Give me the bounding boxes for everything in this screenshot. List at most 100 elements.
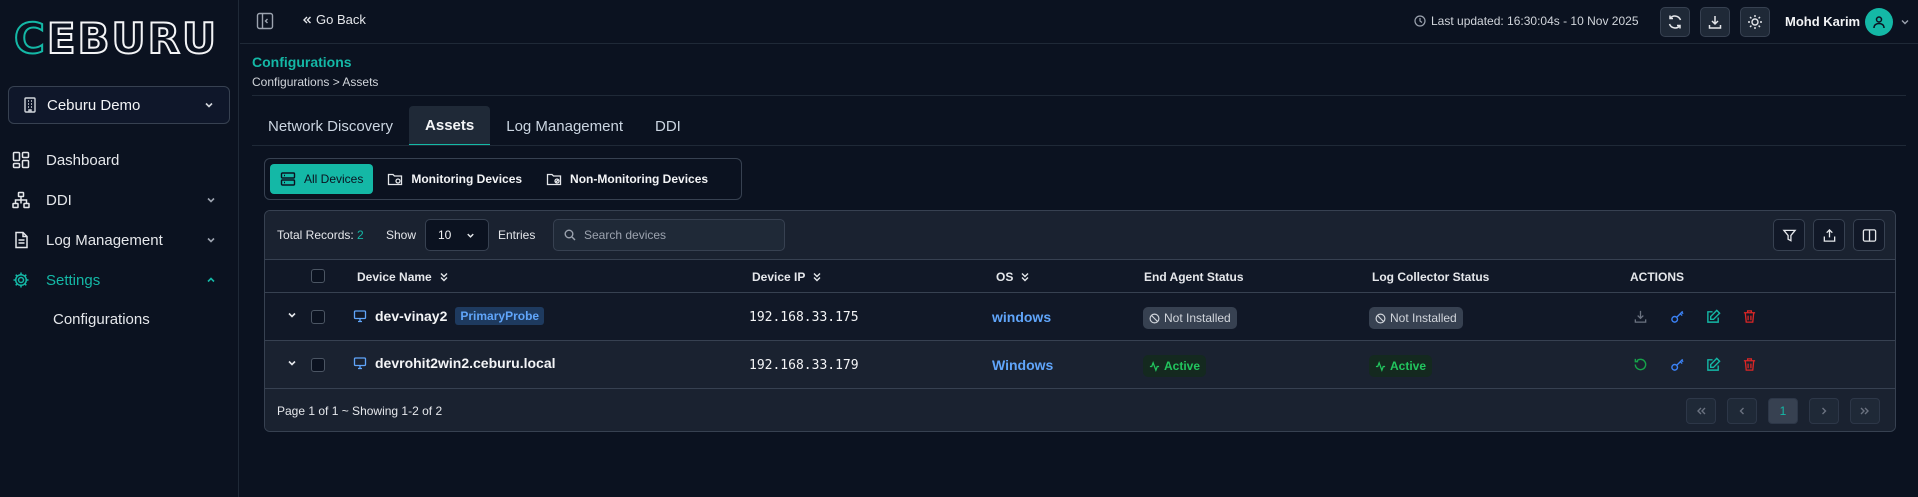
clock-icon (1414, 15, 1426, 27)
org-selector[interactable]: Ceburu Demo (8, 86, 230, 124)
device-os[interactable]: Windows (992, 357, 1053, 373)
sort-icon (438, 271, 450, 283)
column-header-actions: ACTIONS (1630, 270, 1684, 284)
next-page-button[interactable] (1809, 398, 1839, 424)
total-records-count: 2 (357, 228, 364, 242)
search-icon (564, 229, 576, 241)
device-name[interactable]: devrohit2win2.ceburu.local (375, 355, 556, 371)
ceburu-logo[interactable]: CEBURU (13, 17, 218, 61)
filter-label: Monitoring Devices (411, 172, 523, 186)
restart-icon[interactable] (1633, 357, 1648, 372)
sidebar-subitem-configurations[interactable]: Configurations (53, 311, 150, 328)
row-checkbox[interactable] (311, 358, 325, 372)
key-icon[interactable] (1670, 309, 1685, 324)
sidebar-item-settings[interactable]: Settings (0, 262, 239, 298)
status-text: Active (1164, 359, 1201, 373)
row-checkbox[interactable] (311, 310, 325, 324)
table-footer: Page 1 of 1 ~ Showing 1-2 of 2 1 (265, 389, 1895, 431)
last-page-button[interactable] (1850, 398, 1880, 424)
refresh-button[interactable] (1660, 7, 1690, 37)
chevron-left-icon (1736, 405, 1748, 417)
theme-toggle-button[interactable] (1740, 7, 1770, 37)
search-input[interactable] (584, 228, 774, 242)
user-name[interactable]: Mohd Karim (1785, 14, 1860, 29)
download-button[interactable] (1700, 7, 1730, 37)
sidebar-item-log-management[interactable]: Log Management (0, 222, 239, 258)
filter-label: Non-Monitoring Devices (570, 172, 709, 186)
column-header-log-collector-status: Log Collector Status (1372, 270, 1490, 284)
double-chevron-left-icon (302, 15, 312, 25)
collector-status-badge: Active (1369, 355, 1433, 377)
sidebar: CEBURU Ceburu Demo Dashboard DDI Log Man… (0, 0, 239, 497)
sidebar-item-label: DDI (46, 191, 72, 209)
tab-bar: Network Discovery Assets Log Management … (252, 106, 697, 146)
table-row[interactable]: devrohit2win2.ceburu.local 192.168.33.17… (265, 341, 1895, 389)
devices-table-card: Total Records: 2 Show 10 Entries Search … (264, 210, 1896, 432)
select-all-checkbox[interactable] (311, 269, 325, 283)
activity-icon (1149, 360, 1160, 372)
columns-button[interactable] (1853, 219, 1885, 251)
sun-icon (1747, 14, 1763, 30)
delete-icon[interactable] (1742, 309, 1757, 324)
filter-monitoring-devices[interactable]: Monitoring Devices (377, 164, 532, 194)
sidebar-item-dashboard[interactable]: Dashboard (0, 142, 239, 178)
chevron-down-icon[interactable] (1900, 17, 1910, 27)
collector-status-badge: Not Installed (1369, 307, 1463, 329)
tab-assets[interactable]: Assets (409, 106, 491, 146)
page-number-button[interactable]: 1 (1768, 398, 1798, 424)
go-back-label: Go Back (316, 12, 366, 27)
expand-row-icon[interactable] (286, 357, 298, 369)
prev-page-button[interactable] (1727, 398, 1757, 424)
table-row[interactable]: dev-vinay2 PrimaryProbe 192.168.33.175 w… (265, 293, 1895, 341)
edit-icon[interactable] (1706, 357, 1721, 372)
column-header-os[interactable]: OS (996, 270, 1031, 284)
filter-all-devices[interactable]: All Devices (270, 164, 374, 194)
gear-icon (12, 271, 30, 289)
column-header-device-ip[interactable]: Device IP (752, 270, 823, 284)
edit-icon[interactable] (1706, 309, 1721, 324)
page-size-select[interactable]: 10 (425, 219, 489, 251)
pagination-info: Page 1 of 1 ~ Showing 1-2 of 2 (277, 404, 443, 418)
last-updated: Last updated: 16:30:04s - 10 Nov 2025 (1414, 14, 1639, 28)
filter-button[interactable] (1773, 219, 1805, 251)
chevron-down-icon (205, 234, 217, 246)
go-back-button[interactable]: Go Back (302, 12, 366, 27)
sidebar-toggle-icon[interactable] (256, 12, 274, 30)
delete-icon[interactable] (1742, 357, 1757, 372)
table-header: Device Name Device IP OS End Agent Statu… (265, 259, 1895, 293)
status-text: Not Installed (1164, 311, 1231, 325)
chevron-up-icon (205, 274, 217, 286)
status-text: Not Installed (1390, 311, 1457, 325)
show-label: Show (386, 228, 417, 242)
chevron-down-icon (205, 194, 217, 206)
server-icon (280, 171, 296, 187)
breadcrumb: Configurations > Assets (252, 75, 379, 89)
building-icon (23, 97, 37, 113)
tab-log-management[interactable]: Log Management (490, 106, 639, 146)
total-records: Total Records: 2 (277, 228, 364, 242)
download-icon (1707, 14, 1723, 30)
device-filter-group: All Devices Monitoring Devices Non-Monit… (264, 158, 742, 200)
tab-network-discovery[interactable]: Network Discovery (252, 106, 409, 146)
download-agent-icon[interactable] (1633, 309, 1648, 324)
device-os[interactable]: windows (992, 309, 1051, 325)
filter-non-monitoring-devices[interactable]: Non-Monitoring Devices (536, 164, 718, 194)
sidebar-item-ddi[interactable]: DDI (0, 182, 239, 218)
folder-off-icon (546, 171, 562, 187)
column-header-device-name[interactable]: Device Name (357, 270, 450, 284)
folder-monitor-icon (387, 171, 403, 187)
device-name-cell: devrohit2win2.ceburu.local (353, 355, 556, 371)
refresh-icon (1667, 14, 1683, 30)
avatar[interactable] (1865, 8, 1893, 36)
filter-icon (1781, 228, 1797, 243)
column-label: OS (996, 270, 1014, 284)
status-text: Active (1390, 359, 1427, 373)
agent-status-badge: Not Installed (1143, 307, 1237, 329)
key-icon[interactable] (1670, 357, 1685, 372)
device-name[interactable]: dev-vinay2 (375, 308, 447, 324)
sidebar-item-label: Settings (46, 271, 101, 289)
tab-ddi[interactable]: DDI (639, 106, 697, 146)
export-button[interactable] (1813, 219, 1845, 251)
expand-row-icon[interactable] (286, 309, 298, 321)
first-page-button[interactable] (1686, 398, 1716, 424)
